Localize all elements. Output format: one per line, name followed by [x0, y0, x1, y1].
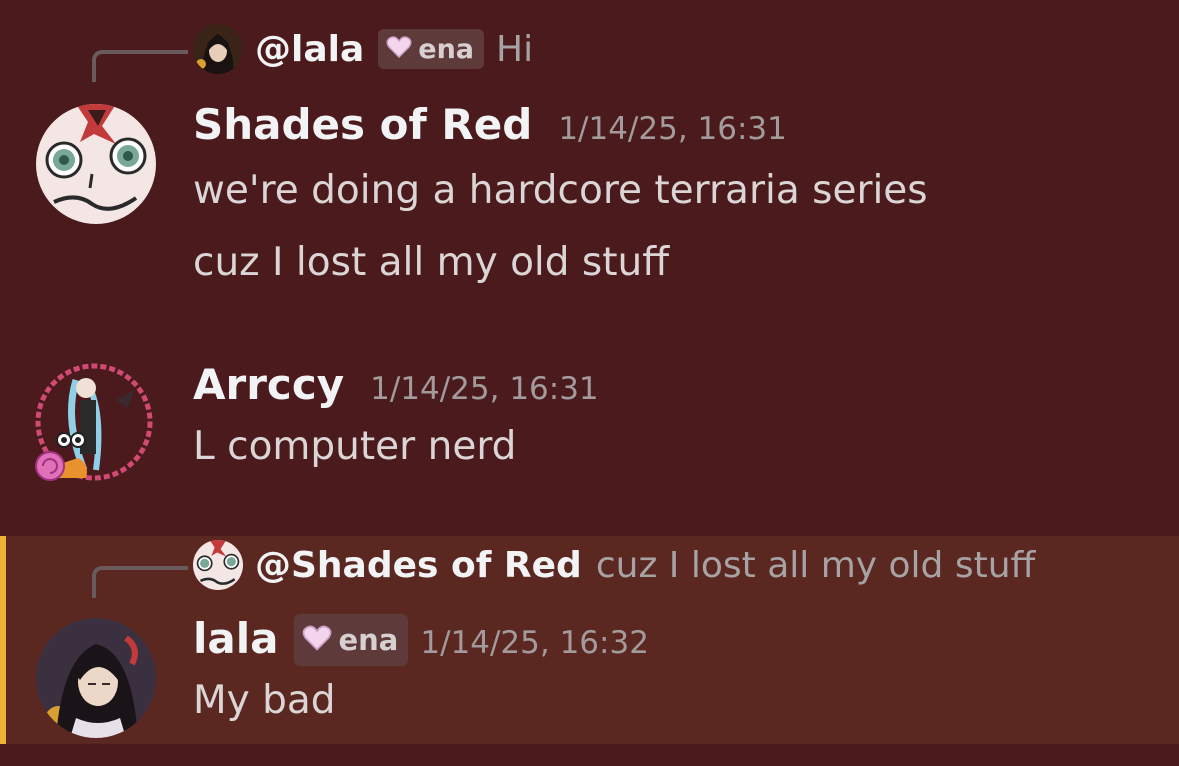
- reply-connector: [92, 566, 188, 598]
- shades-of-red-avatar[interactable]: [36, 104, 156, 224]
- user-tag[interactable]: ena: [294, 614, 409, 666]
- reply-connector: [92, 50, 188, 82]
- arrccy-avatar[interactable]: [35, 360, 156, 481]
- reply-preview[interactable]: @Shades of Red cuz I lost all my old stu…: [193, 540, 1035, 590]
- message-text: My bad: [193, 678, 336, 723]
- reply-author[interactable]: @lala: [255, 29, 364, 70]
- timestamp: 1/14/25, 16:31: [370, 371, 599, 407]
- author-name[interactable]: Shades of Red: [193, 100, 532, 149]
- author-name[interactable]: lala: [193, 614, 278, 663]
- shades-of-red-mini-avatar[interactable]: [193, 540, 243, 590]
- reply-text[interactable]: Hi: [496, 29, 533, 70]
- message-header: Arrccy 1/14/25, 16:31: [193, 360, 599, 409]
- user-tag[interactable]: ena: [378, 29, 485, 69]
- timestamp: 1/14/25, 16:31: [558, 111, 787, 147]
- heart-icon: [386, 36, 412, 62]
- message-lala[interactable]: @Shades of Red cuz I lost all my old stu…: [0, 536, 1179, 744]
- reply-author[interactable]: @Shades of Red: [255, 545, 582, 586]
- lala-avatar[interactable]: [36, 618, 156, 738]
- tag-label: ena: [338, 623, 399, 657]
- message-header: Shades of Red 1/14/25, 16:31: [193, 100, 787, 149]
- timestamp: 1/14/25, 16:32: [420, 625, 649, 661]
- lala-mini-avatar[interactable]: [193, 24, 243, 74]
- message-header: lala ena 1/14/25, 16:32: [193, 614, 649, 666]
- message-arrccy[interactable]: Arrccy 1/14/25, 16:31 L computer nerd: [0, 300, 1179, 536]
- chat-log: @lala ena Hi Shades of Red 1/14/25, 16:3…: [0, 0, 1179, 766]
- reply-text[interactable]: cuz I lost all my old stuff: [596, 545, 1036, 586]
- message-text: we're doing a hardcore terraria series: [193, 168, 928, 213]
- reply-preview[interactable]: @lala ena Hi: [193, 24, 533, 74]
- tag-label: ena: [418, 33, 475, 65]
- message-text: L computer nerd: [193, 424, 517, 469]
- author-name[interactable]: Arrccy: [193, 360, 344, 409]
- heart-icon: [302, 625, 332, 655]
- message-shades-of-red[interactable]: @lala ena Hi Shades of Red 1/14/25, 16:3…: [0, 0, 1179, 300]
- message-text: cuz I lost all my old stuff: [193, 240, 670, 285]
